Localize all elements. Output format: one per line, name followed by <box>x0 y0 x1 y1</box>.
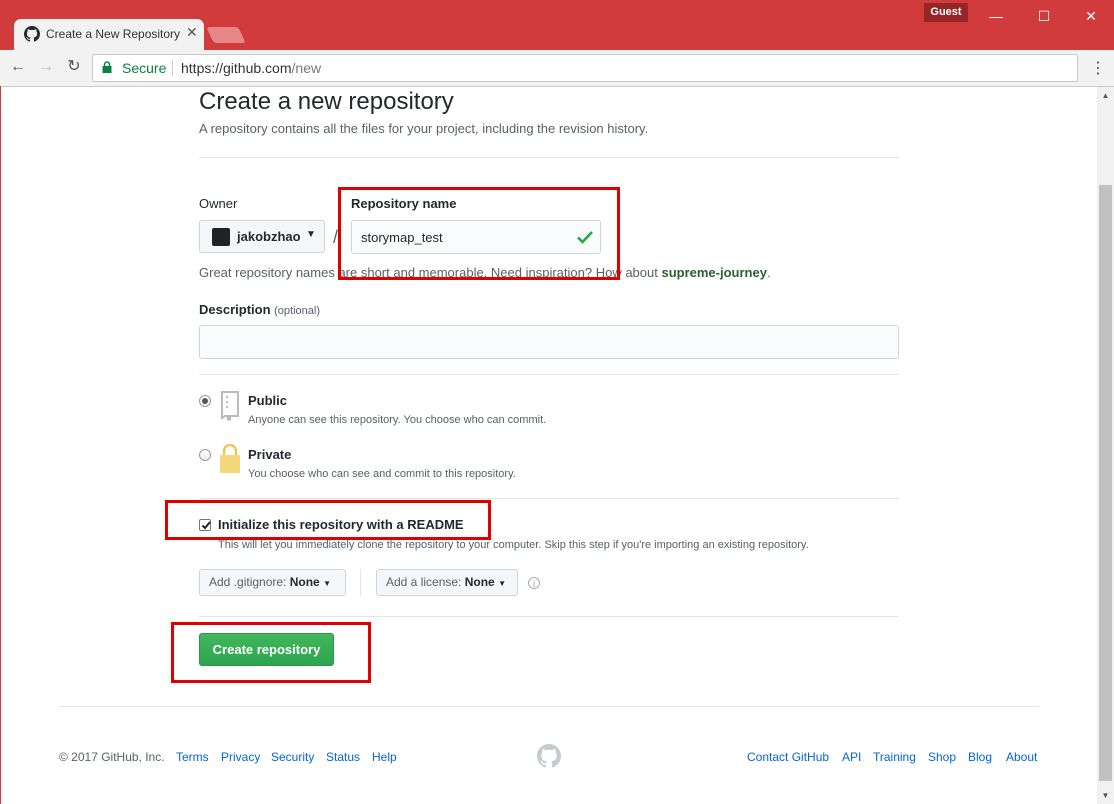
info-icon[interactable]: i <box>528 577 540 589</box>
browser-menu-icon[interactable]: ⋮ <box>1090 58 1106 78</box>
owner-select[interactable]: jakobzhao ▼ <box>199 220 325 253</box>
scrollbar-thumb[interactable] <box>1099 185 1112 781</box>
minimize-button[interactable]: — <box>981 6 1011 26</box>
browser-titlebar: Create a New Repository ✕ Guest — ☐ ✕ <box>0 0 1114 50</box>
avatar <box>212 228 230 246</box>
readme-checkbox[interactable] <box>199 519 211 531</box>
maximize-button[interactable]: ☐ <box>1029 6 1059 26</box>
browser-tab[interactable]: Create a New Repository ✕ <box>14 19 204 50</box>
checkbox-check-icon <box>201 521 211 530</box>
repo-name-hint: Great repository names are short and mem… <box>199 265 771 280</box>
readme-description: This will let you immediately clone the … <box>218 539 809 551</box>
footer-link-security[interactable]: Security <box>271 750 314 764</box>
url-text: https://github.com/new <box>181 60 322 76</box>
lock-icon <box>102 61 112 73</box>
repo-book-icon <box>221 391 239 421</box>
footer-link-training[interactable]: Training <box>873 750 916 764</box>
scroll-down-arrow-icon[interactable]: ▼ <box>1097 787 1114 804</box>
footer-link-privacy[interactable]: Privacy <box>221 750 260 764</box>
back-arrow-icon[interactable]: ← <box>8 57 28 77</box>
page-title: Create a new repository <box>199 88 454 115</box>
browser-toolbar: ← → ↻ Secure https://github.com/new ⋮ <box>0 50 1114 87</box>
private-description: You choose who can see and commit to thi… <box>248 468 516 480</box>
owner-label: Owner <box>199 196 238 211</box>
checkmark-icon <box>577 231 593 244</box>
secure-label: Secure <box>122 60 167 76</box>
new-tab-button[interactable] <box>206 27 246 43</box>
github-favicon-icon <box>24 26 40 42</box>
readme-label[interactable]: Initialize this repository with a README <box>218 517 464 532</box>
close-window-button[interactable]: ✕ <box>1076 6 1106 26</box>
chevron-down-icon: ▼ <box>323 579 331 588</box>
footer-link-contact[interactable]: Contact GitHub <box>747 750 829 764</box>
footer-divider <box>59 706 1039 707</box>
divider <box>199 616 899 617</box>
license-select[interactable]: Add a license: None ▼ <box>376 569 518 596</box>
owner-repo-separator: / <box>333 227 339 247</box>
public-radio[interactable] <box>199 395 211 407</box>
footer-link-shop[interactable]: Shop <box>928 750 956 764</box>
repo-name-value: storymap_test <box>361 230 443 245</box>
description-input[interactable] <box>199 325 899 359</box>
footer-link-status[interactable]: Status <box>326 750 360 764</box>
address-bar[interactable]: Secure https://github.com/new <box>92 54 1078 82</box>
guest-profile-badge[interactable]: Guest <box>924 3 968 22</box>
footer-link-help[interactable]: Help <box>372 750 397 764</box>
tab-title: Create a New Repository <box>46 27 181 41</box>
repo-name-input[interactable]: storymap_test <box>351 220 601 254</box>
chevron-down-icon: ▼ <box>498 579 506 588</box>
select-divider <box>360 569 361 596</box>
divider <box>199 157 899 158</box>
footer-copyright: © 2017 GitHub, Inc. <box>59 750 165 764</box>
name-suggestion-link[interactable]: supreme-journey <box>661 265 766 280</box>
divider <box>199 374 899 375</box>
public-description: Anyone can see this repository. You choo… <box>248 414 547 426</box>
tab-close-icon[interactable]: ✕ <box>186 24 198 41</box>
repo-name-label: Repository name <box>351 196 457 211</box>
private-title: Private <box>248 447 292 462</box>
scrollbar[interactable]: ▲ ▼ <box>1097 87 1114 804</box>
scroll-up-arrow-icon[interactable]: ▲ <box>1097 87 1114 104</box>
divider <box>199 498 899 499</box>
public-title: Public <box>248 393 288 408</box>
footer-link-api[interactable]: API <box>842 750 861 764</box>
chevron-down-icon: ▼ <box>306 229 316 240</box>
footer-link-about[interactable]: About <box>1006 750 1037 764</box>
footer-link-blog[interactable]: Blog <box>968 750 992 764</box>
gitignore-select[interactable]: Add .gitignore: None ▼ <box>199 569 346 596</box>
optional-label: (optional) <box>274 305 320 317</box>
description-label: Description (optional) <box>199 302 320 317</box>
private-radio[interactable] <box>199 449 211 461</box>
owner-name: jakobzhao <box>237 229 301 244</box>
github-logo-icon[interactable] <box>537 744 561 768</box>
create-repository-button[interactable]: Create repository <box>199 633 334 666</box>
forward-arrow-icon[interactable]: → <box>36 57 56 77</box>
lock-icon <box>220 443 240 473</box>
window-left-edge <box>0 86 1 804</box>
footer-link-terms[interactable]: Terms <box>176 750 209 764</box>
address-divider <box>172 60 173 76</box>
reload-icon[interactable]: ↻ <box>64 57 84 77</box>
page-subtitle: A repository contains all the files for … <box>199 121 649 136</box>
